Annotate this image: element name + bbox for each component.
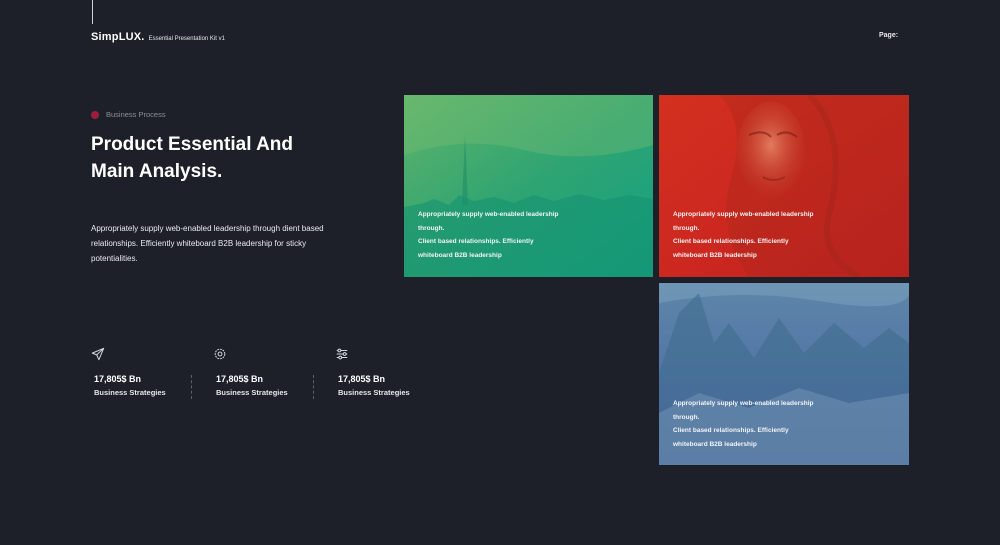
stat-value: 17,805$ Bn	[338, 374, 386, 384]
card-text-line: Client based relationships. Efficiently	[673, 238, 789, 245]
stat-label: Business Strategies	[338, 388, 410, 397]
settings-icon	[214, 348, 226, 360]
card-mountains: Appropriately supply web-enabled leaders…	[659, 283, 909, 465]
card-text-line: whiteboard B2B leadership	[418, 251, 502, 259]
page-title-line1: Product Essential And	[91, 134, 293, 155]
card-portrait: Appropriately supply web-enabled leaders…	[659, 95, 909, 277]
card-text-line: Client based relationships. Efficiently	[673, 427, 789, 434]
page-title: Product Essential And Main Analysis.	[91, 131, 371, 185]
stat-value: 17,805$ Bn	[94, 374, 142, 384]
card-text-line: Appropriately supply web-enabled leaders…	[673, 400, 814, 407]
card-text-line: through.	[418, 224, 445, 232]
stats-row: 17,805$ Bn Business Strategies 17,805$ B…	[91, 347, 457, 399]
card-text-line: through.	[673, 224, 700, 232]
card-text: Appropriately supply web-enabled leaders…	[418, 208, 583, 262]
top-rule	[92, 0, 93, 24]
eyebrow-dot-icon	[91, 110, 99, 119]
stat-item: 17,805$ Bn Business Strategies	[91, 347, 213, 399]
brand-name: SimpLUX.	[91, 31, 145, 43]
paper-plane-icon	[91, 347, 105, 361]
card-text-line: whiteboard B2B leadership	[673, 440, 757, 448]
brand-subtitle: Essential Presentation Kit v1	[148, 36, 225, 42]
card-text-line: through.	[673, 413, 700, 421]
page-label: Page:	[879, 32, 899, 39]
stat-divider	[313, 375, 314, 399]
card-text-line: Appropriately supply web-enabled leaders…	[673, 211, 814, 218]
sliders-icon	[336, 348, 348, 360]
card-city: Appropriately supply web-enabled leaders…	[404, 95, 653, 277]
card-text-line: Appropriately supply web-enabled leaders…	[418, 211, 559, 218]
brand: SimpLUX. Essential Presentation Kit v1	[91, 31, 225, 43]
stat-label: Business Strategies	[94, 388, 166, 397]
card-text: Appropriately supply web-enabled leaders…	[673, 397, 838, 451]
stat-item: 17,805$ Bn Business Strategies	[313, 347, 457, 399]
eyebrow: Business Process	[91, 110, 166, 119]
eyebrow-text: Business Process	[106, 110, 166, 119]
card-text-line: whiteboard B2B leadership	[673, 251, 757, 259]
stat-divider	[191, 375, 192, 399]
stat-value: 17,805$ Bn	[216, 374, 264, 384]
stat-label: Business Strategies	[216, 388, 288, 397]
stat-item: 17,805$ Bn Business Strategies	[191, 347, 335, 399]
card-text-line: Client based relationships. Efficiently	[418, 238, 534, 245]
card-text: Appropriately supply web-enabled leaders…	[673, 208, 838, 262]
hero-description: Appropriately supply web-enabled leaders…	[91, 224, 324, 263]
page-title-line2: Main Analysis.	[91, 161, 223, 182]
